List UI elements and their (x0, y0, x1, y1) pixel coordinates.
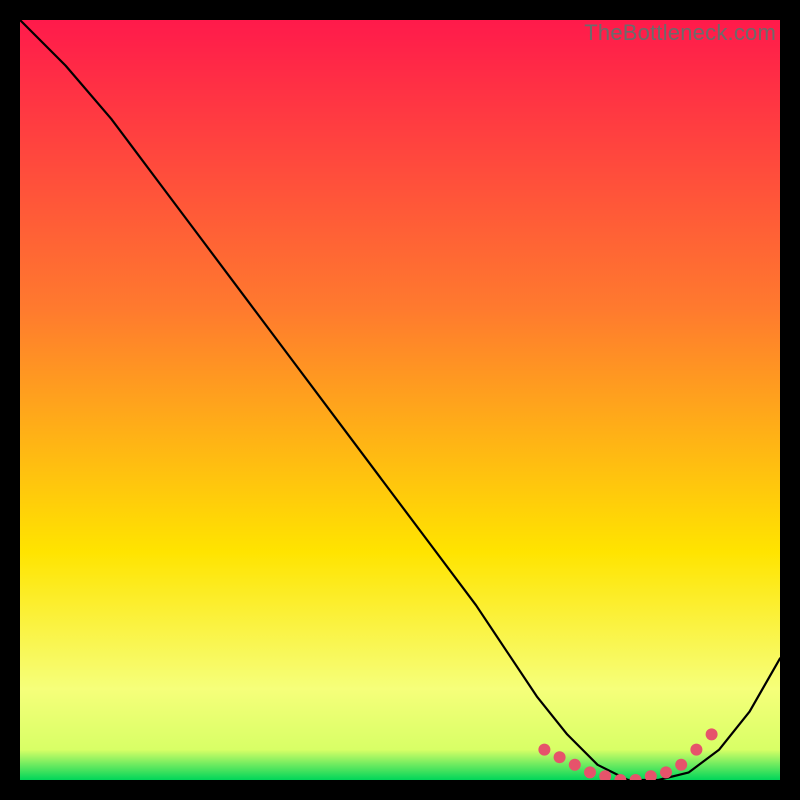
chart-frame: TheBottleneck.com (20, 20, 780, 780)
optimal-dot (584, 766, 596, 778)
watermark-text: TheBottleneck.com (584, 20, 776, 46)
optimal-dot (660, 766, 672, 778)
optimal-dot (554, 751, 566, 763)
optimal-dot (675, 759, 687, 771)
gradient-background (20, 20, 780, 780)
bottleneck-chart (20, 20, 780, 780)
optimal-dot (706, 728, 718, 740)
optimal-dot (569, 759, 581, 771)
optimal-dot (538, 744, 550, 756)
optimal-dot (690, 744, 702, 756)
